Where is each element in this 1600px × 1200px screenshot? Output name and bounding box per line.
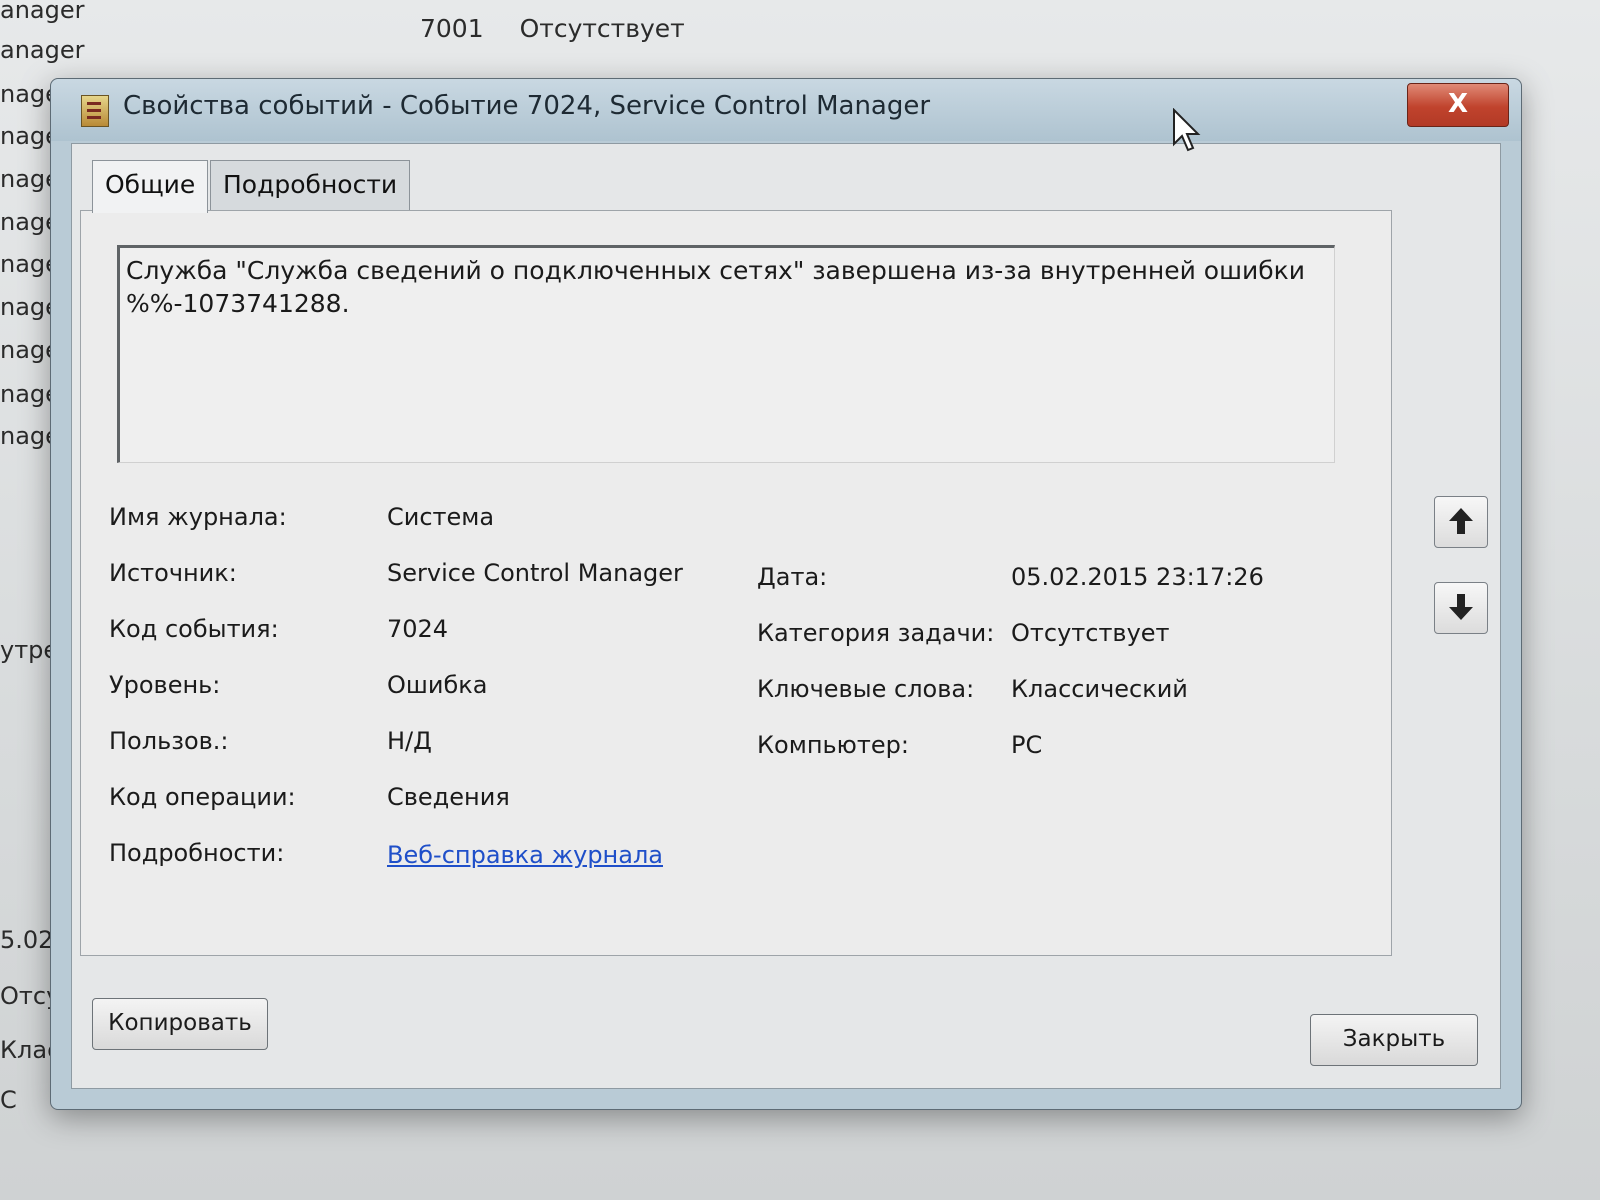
- event-id-value: 7024: [387, 615, 449, 643]
- task-category-value: Отсутствует: [1011, 619, 1170, 647]
- close-window-button[interactable]: X: [1407, 83, 1509, 127]
- event-properties-dialog: Свойства событий - Событие 7024, Service…: [50, 78, 1522, 1110]
- arrow-down-icon: [1449, 594, 1473, 620]
- mouse-cursor-icon: [1173, 108, 1201, 152]
- background-cell: 5.02: [0, 926, 54, 954]
- background-top-row: 7001 Отсутствует: [420, 14, 713, 43]
- keywords-label: Ключевые слова:: [757, 675, 975, 703]
- date-label: Дата:: [757, 563, 828, 591]
- event-id-label: Код события:: [109, 615, 279, 643]
- background-cell: anager: [0, 36, 85, 64]
- source-value: Service Control Manager: [387, 559, 683, 587]
- background-task-category: Отсутствует: [519, 14, 685, 43]
- title-bar[interactable]: Свойства событий - Событие 7024, Service…: [51, 79, 1521, 141]
- event-log-icon: [81, 95, 109, 127]
- computer-value: PC: [1011, 731, 1043, 759]
- user-value: Н/Д: [387, 727, 432, 755]
- arrow-up-icon: [1449, 508, 1473, 534]
- level-value: Ошибка: [387, 671, 488, 699]
- task-category-label: Категория задачи:: [757, 619, 995, 647]
- user-label: Пользов.:: [109, 727, 229, 755]
- background-cell: C: [0, 1086, 17, 1114]
- log-name-label: Имя журнала:: [109, 503, 287, 531]
- background-cell: anager: [0, 0, 85, 24]
- date-value: 05.02.2015 23:17:26: [1011, 563, 1264, 591]
- keywords-value: Классический: [1011, 675, 1188, 703]
- computer-label: Компьютер:: [757, 731, 909, 759]
- window-title: Свойства событий - Событие 7024, Service…: [123, 91, 931, 121]
- source-label: Источник:: [109, 559, 237, 587]
- more-info-label: Подробности:: [109, 839, 285, 867]
- level-label: Уровень:: [109, 671, 221, 699]
- log-name-value: Система: [387, 503, 495, 531]
- event-message-text[interactable]: Служба "Служба сведений о подключенных с…: [117, 245, 1335, 463]
- next-event-button[interactable]: [1434, 582, 1488, 634]
- general-tab-panel: Служба "Служба сведений о подключенных с…: [80, 210, 1392, 956]
- background-event-code: 7001: [420, 14, 484, 43]
- event-log-online-help-link[interactable]: Веб-справка журнала: [387, 841, 663, 869]
- tab-details[interactable]: Подробности: [210, 160, 411, 211]
- opcode-value: Сведения: [387, 783, 510, 811]
- dialog-client-area: Общие Подробности Служба "Служба сведени…: [71, 143, 1501, 1089]
- tab-general[interactable]: Общие: [92, 160, 209, 213]
- copy-button[interactable]: Копировать: [92, 998, 268, 1050]
- previous-event-button[interactable]: [1434, 496, 1488, 548]
- background-left-column: anager anager nage nage nage nage nage n…: [0, 0, 85, 1200]
- opcode-label: Код операции:: [109, 783, 296, 811]
- close-button[interactable]: Закрыть: [1310, 1014, 1478, 1066]
